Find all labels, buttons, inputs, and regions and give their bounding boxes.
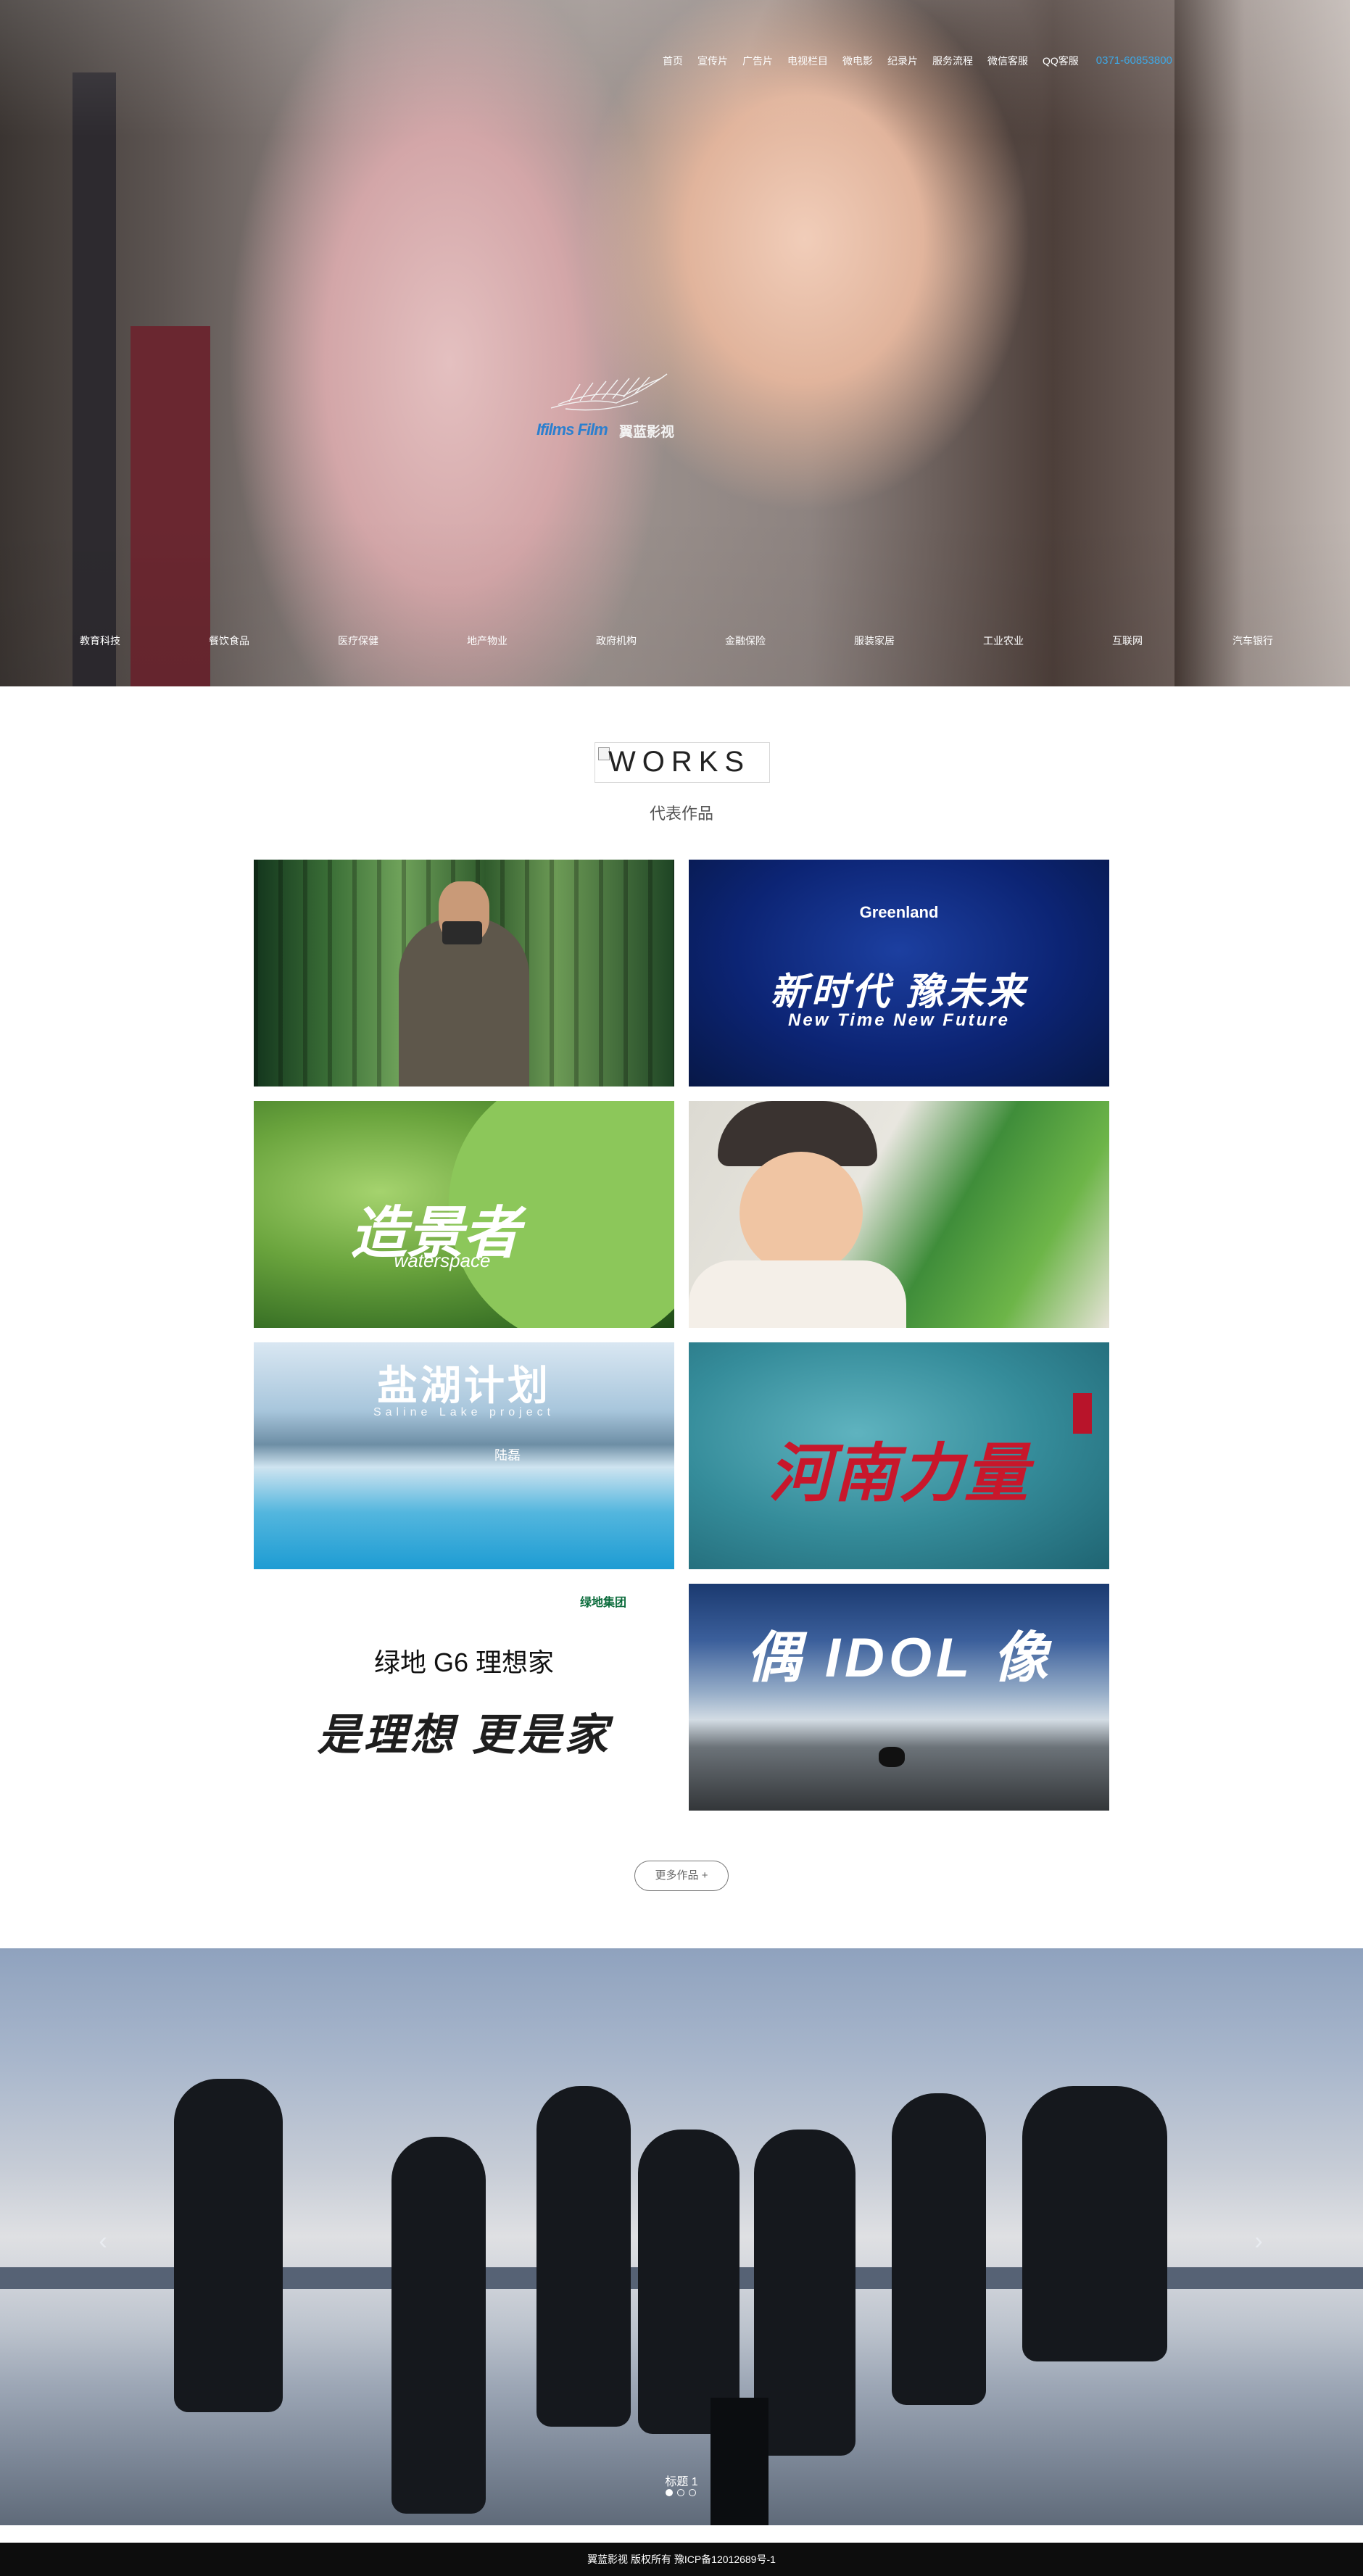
work-sign: 陆磊: [494, 1448, 521, 1463]
work-title: 偶 IDOL 像: [745, 1627, 1053, 1689]
person-silhouette: [536, 2086, 631, 2427]
nav-ad-film[interactable]: 广告片: [735, 54, 780, 68]
nav-home[interactable]: 首页: [655, 54, 690, 68]
work-brand: 绿地集团: [580, 1597, 627, 1609]
work-item-child-painting[interactable]: [689, 1101, 1109, 1328]
hero-banner: 首页 宣传片 广告片 电视栏目 微电影 纪录片 服务流程 微信客服 QQ客服 0…: [0, 0, 1350, 686]
logo[interactable]: Ifilms Film 翼蓝影视: [536, 368, 682, 441]
slide-dot-3[interactable]: [689, 2489, 696, 2496]
person-silhouette: [638, 2130, 740, 2434]
work-item-henan-power[interactable]: 河南力量: [689, 1342, 1109, 1569]
seal-stamp: [1073, 1393, 1092, 1434]
nav-micro-film[interactable]: 微电影: [835, 54, 880, 68]
works-title: WORKS: [608, 746, 751, 778]
slide-dot-2[interactable]: [677, 2489, 684, 2496]
work-item-idol[interactable]: 偶 IDOL 像: [689, 1584, 1109, 1811]
work-item-saline-lake[interactable]: 盐湖计划 Saline Lake project 陆磊: [254, 1342, 674, 1569]
category-realestate[interactable]: 地产物业: [467, 633, 508, 648]
work-title: 绿地 G6 理想家: [373, 1648, 555, 1677]
work-subtitle: New Time New Future: [788, 1010, 1010, 1030]
slide-dot-1[interactable]: [666, 2489, 673, 2496]
team-slider: ‹ › 标题 1: [0, 1948, 1363, 2525]
work-item-greenland-new-time[interactable]: Greenland 新时代 豫未来 New Time New Future: [689, 860, 1109, 1087]
category-bar: 教育科技 餐饮食品 医疗保健 地产物业 政府机构 金融保险 服装家居 工业农业 …: [0, 633, 1350, 651]
person-silhouette: [174, 2079, 283, 2412]
wing-logo-icon: [550, 373, 668, 411]
work-subtitle: waterspace: [394, 1250, 491, 1271]
work-brand: Greenland: [859, 903, 939, 921]
works-subtitle: 代表作品: [649, 805, 713, 823]
slide-indicators: [666, 2489, 696, 2496]
person-silhouette: [1022, 2086, 1167, 2361]
work-subtitle: Saline Lake project: [373, 1406, 555, 1418]
work-item-bamboo-photographer[interactable]: [254, 860, 674, 1087]
person-silhouette: [892, 2093, 986, 2405]
phone-number[interactable]: 0371-60853800: [1086, 54, 1172, 68]
person-silhouette: [392, 2137, 486, 2514]
motorcycle-figure: [879, 1747, 905, 1767]
logo-text-en: Ifilms Film: [536, 420, 608, 439]
top-nav: 首页 宣传片 广告片 电视栏目 微电影 纪录片 服务流程 微信客服 QQ客服 0…: [655, 54, 1172, 68]
category-internet[interactable]: 互联网: [1112, 633, 1143, 648]
nav-wechat-service[interactable]: 微信客服: [980, 54, 1035, 68]
category-finance[interactable]: 金融保险: [725, 633, 766, 648]
chevron-right-icon[interactable]: ›: [1244, 2227, 1273, 2256]
camera-icon: [442, 921, 482, 944]
work-title: 新时代 豫未来: [770, 971, 1028, 1013]
footer-copyright: 翼蓝影视 版权所有 豫ICP备12012689号-1: [0, 2543, 1363, 2576]
category-food[interactable]: 餐饮食品: [209, 633, 249, 648]
nav-tv-column[interactable]: 电视栏目: [780, 54, 835, 68]
more-works-button[interactable]: 更多作品 +: [634, 1861, 729, 1891]
category-auto-bank[interactable]: 汽车银行: [1232, 633, 1273, 648]
category-medical[interactable]: 医疗保健: [338, 633, 378, 648]
works-title-image: WORKS: [594, 742, 770, 783]
child-face: [740, 1152, 863, 1275]
slide-caption: 标题 1: [665, 2476, 698, 2488]
nav-service-process[interactable]: 服务流程: [925, 54, 980, 68]
person-silhouette: [754, 2130, 856, 2456]
work-title: 盐湖计划: [377, 1363, 551, 1408]
logo-text-cn: 翼蓝影视: [619, 425, 675, 440]
hero-overlay: [0, 0, 1350, 686]
tripod-camera: [710, 2398, 768, 2525]
category-government[interactable]: 政府机构: [596, 633, 637, 648]
nav-documentary[interactable]: 纪录片: [880, 54, 925, 68]
nav-qq-service[interactable]: QQ客服: [1035, 54, 1086, 68]
category-education[interactable]: 教育科技: [80, 633, 120, 648]
work-subtitle: 是理想 更是家: [317, 1711, 611, 1759]
work-title: 河南力量: [768, 1437, 1030, 1509]
work-item-greenland-dream-home[interactable]: 绿地集团 绿地 G6 理想家 是理想 更是家: [254, 1584, 674, 1811]
child-coat: [689, 1260, 906, 1328]
nav-promo-film[interactable]: 宣传片: [690, 54, 735, 68]
chevron-left-icon[interactable]: ‹: [88, 2227, 117, 2256]
category-industry[interactable]: 工业农业: [983, 633, 1024, 648]
category-apparel[interactable]: 服装家居: [854, 633, 895, 648]
work-item-waterspace[interactable]: 造景者 waterspace: [254, 1101, 674, 1328]
